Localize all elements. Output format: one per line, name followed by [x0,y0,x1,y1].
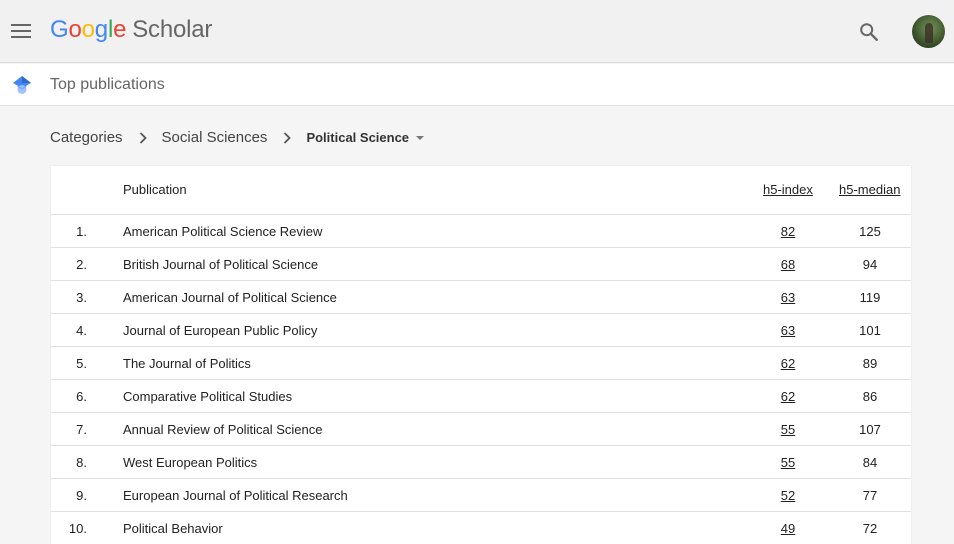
row-rank: 10. [68,521,87,536]
breadcrumb: Categories Social Sciences Political Sci… [50,128,425,148]
table-row: 3. American Journal of Political Science… [51,281,911,314]
breadcrumb-current-dropdown[interactable]: Political Science [306,128,425,148]
row-h5-median: 72 [862,521,878,536]
row-rank: 9. [76,488,87,503]
table-row: 8. West European Politics 55 84 [51,446,911,479]
row-publication[interactable]: West European Politics [123,455,257,470]
menu-line [11,30,31,32]
row-h5-index-link[interactable]: 62 [763,356,813,371]
row-h5-index-link[interactable]: 62 [763,389,813,404]
logo-letter: G [50,16,69,43]
table-header: Publication h5-index h5-median [51,166,911,215]
table-row: 6. Comparative Political Studies 62 86 [51,380,911,413]
row-rank: 8. [76,455,87,470]
breadcrumb-current-label: Political Science [306,130,410,145]
top-app-bar: Google Scholar [0,0,954,63]
row-h5-median: 94 [862,257,878,272]
hamburger-menu-icon[interactable] [11,24,31,39]
table-row: 2. British Journal of Political Science … [51,248,911,281]
row-h5-index-link[interactable]: 55 [763,422,813,437]
row-h5-index-link[interactable]: 63 [763,323,813,338]
row-h5-median: 125 [859,224,881,239]
row-h5-median: 86 [862,389,878,404]
row-publication[interactable]: British Journal of Political Science [123,257,318,272]
table-row: 5. The Journal of Politics 62 89 [51,347,911,380]
row-h5-index-link[interactable]: 49 [763,521,813,536]
table-row: 7. Annual Review of Political Science 55… [51,413,911,446]
row-h5-median: 101 [859,323,881,338]
table-row: 4. Journal of European Public Policy 63 … [51,314,911,347]
publications-table: Publication h5-index h5-median 1. Americ… [51,166,911,544]
cap-glyph [13,76,31,94]
row-rank: 7. [76,422,87,437]
graduation-cap-icon [12,75,32,95]
logo-letter: g [94,16,108,43]
row-h5-index-link[interactable]: 55 [763,455,813,470]
logo-product-name: Scholar [132,16,213,43]
user-avatar[interactable] [912,15,945,48]
row-publication[interactable]: The Journal of Politics [123,356,251,371]
breadcrumb-social-sciences[interactable]: Social Sciences [162,128,268,148]
row-rank: 2. [76,257,87,272]
row-h5-median: 107 [859,422,881,437]
caret-down-icon [416,136,425,140]
row-publication[interactable]: Journal of European Public Policy [123,323,317,338]
row-rank: 6. [76,389,87,404]
row-h5-median: 119 [859,290,881,305]
row-publication[interactable]: Political Behavior [123,521,223,536]
row-h5-median: 77 [862,488,878,503]
row-h5-median: 84 [862,455,878,470]
column-header-h5-median[interactable]: h5-median [839,182,900,197]
row-rank: 4. [76,323,87,338]
row-publication[interactable]: American Political Science Review [123,224,322,239]
logo-letter: e [113,16,127,43]
table-row: 10. Political Behavior 49 72 [51,512,911,544]
row-h5-index-link[interactable]: 63 [763,290,813,305]
row-publication[interactable]: Annual Review of Political Science [123,422,322,437]
menu-line [11,24,31,26]
row-rank: 3. [76,290,87,305]
section-bar: Top publications [0,64,954,106]
row-rank: 5. [76,356,87,371]
page-title: Top publications [50,76,165,93]
row-publication[interactable]: European Journal of Political Research [123,488,348,503]
table-row: 1. American Political Science Review 82 … [51,215,911,248]
column-header-publication: Publication [123,182,187,197]
google-scholar-logo[interactable]: Google Scholar [50,15,212,45]
table-row: 9. European Journal of Political Researc… [51,479,911,512]
breadcrumb-categories[interactable]: Categories [50,128,123,148]
row-h5-index-link[interactable]: 68 [763,257,813,272]
row-h5-index-link[interactable]: 52 [763,488,813,503]
logo-letter: o [68,16,82,43]
logo-letter: o [81,16,95,43]
row-publication[interactable]: Comparative Political Studies [123,389,292,404]
row-rank: 1. [76,224,87,239]
search-glyph [860,23,878,41]
chevron-right-icon [284,132,292,144]
row-h5-median: 89 [862,356,878,371]
search-icon[interactable] [858,21,880,43]
row-publication[interactable]: American Journal of Political Science [123,290,337,305]
column-header-h5-index[interactable]: h5-index [763,182,813,197]
row-h5-index-link[interactable]: 82 [763,224,813,239]
menu-line [11,36,31,38]
chevron-right-icon [139,132,147,144]
